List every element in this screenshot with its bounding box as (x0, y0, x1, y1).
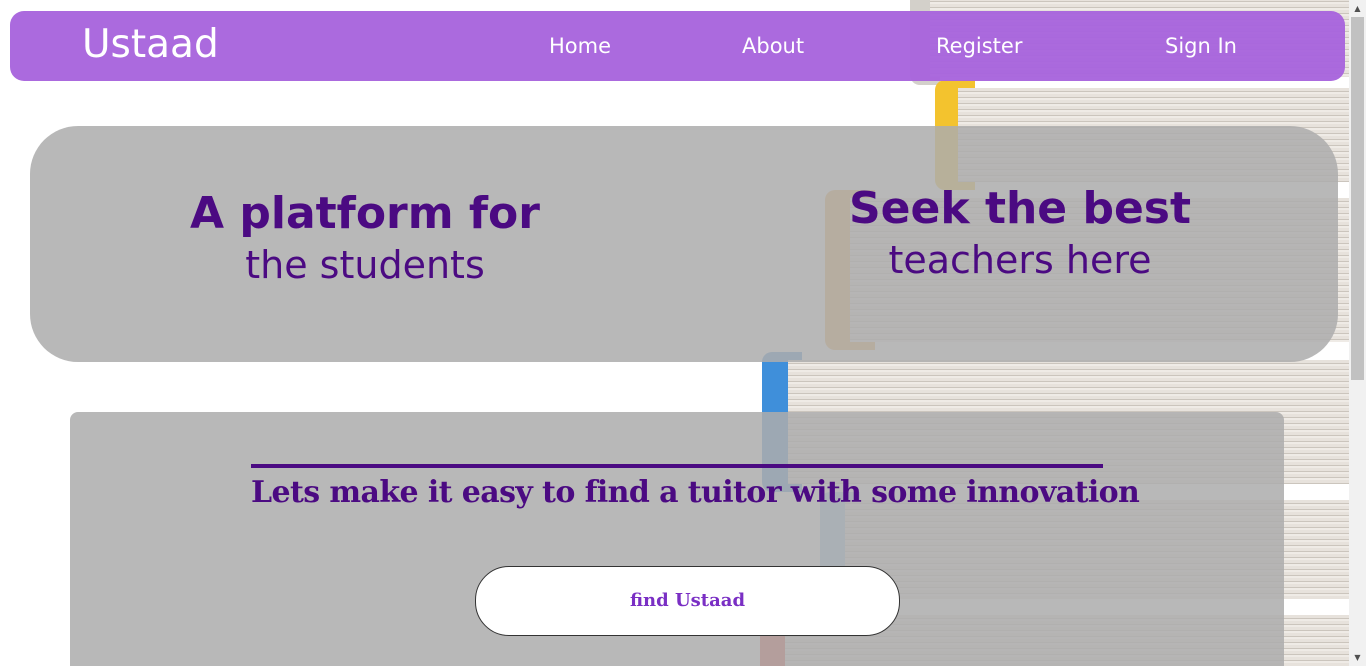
vertical-scrollbar[interactable]: ▲ ▼ (1349, 0, 1366, 666)
down-arrow-icon[interactable]: ▼ (1349, 649, 1366, 666)
page: Ustaad Home About Register Sign In A pla… (0, 0, 1366, 666)
nav-link-about[interactable]: About (742, 33, 804, 59)
nav-link-home[interactable]: Home (549, 33, 611, 59)
tagline-text: Lets make it easy to find a tuitor with … (251, 475, 1140, 510)
nav-link-sign-in[interactable]: Sign In (1165, 33, 1237, 59)
hero-right-line1: Seek the best (848, 183, 1192, 234)
hero-right-heading: Seek the best teachers here (830, 183, 1210, 285)
scrollbar-thumb[interactable] (1351, 17, 1364, 380)
top-nav-bar: Ustaad Home About Register Sign In (10, 11, 1345, 81)
hero-left-line2: the students (245, 243, 485, 287)
find-ustaad-button[interactable]: find Ustaad (475, 566, 900, 636)
nav-link-register[interactable]: Register (936, 33, 1022, 59)
hero-left-heading: A platform for the students (170, 188, 560, 290)
brand-logo[interactable]: Ustaad (82, 25, 219, 65)
tagline-divider (251, 464, 1103, 468)
hero-left-line1: A platform for (190, 188, 540, 239)
tagline-panel: Lets make it easy to find a tuitor with … (70, 412, 1284, 666)
hero-panel: A platform for the students Seek the bes… (30, 126, 1338, 362)
hero-right-line2: teachers here (888, 238, 1152, 282)
up-arrow-icon[interactable]: ▲ (1349, 0, 1366, 17)
